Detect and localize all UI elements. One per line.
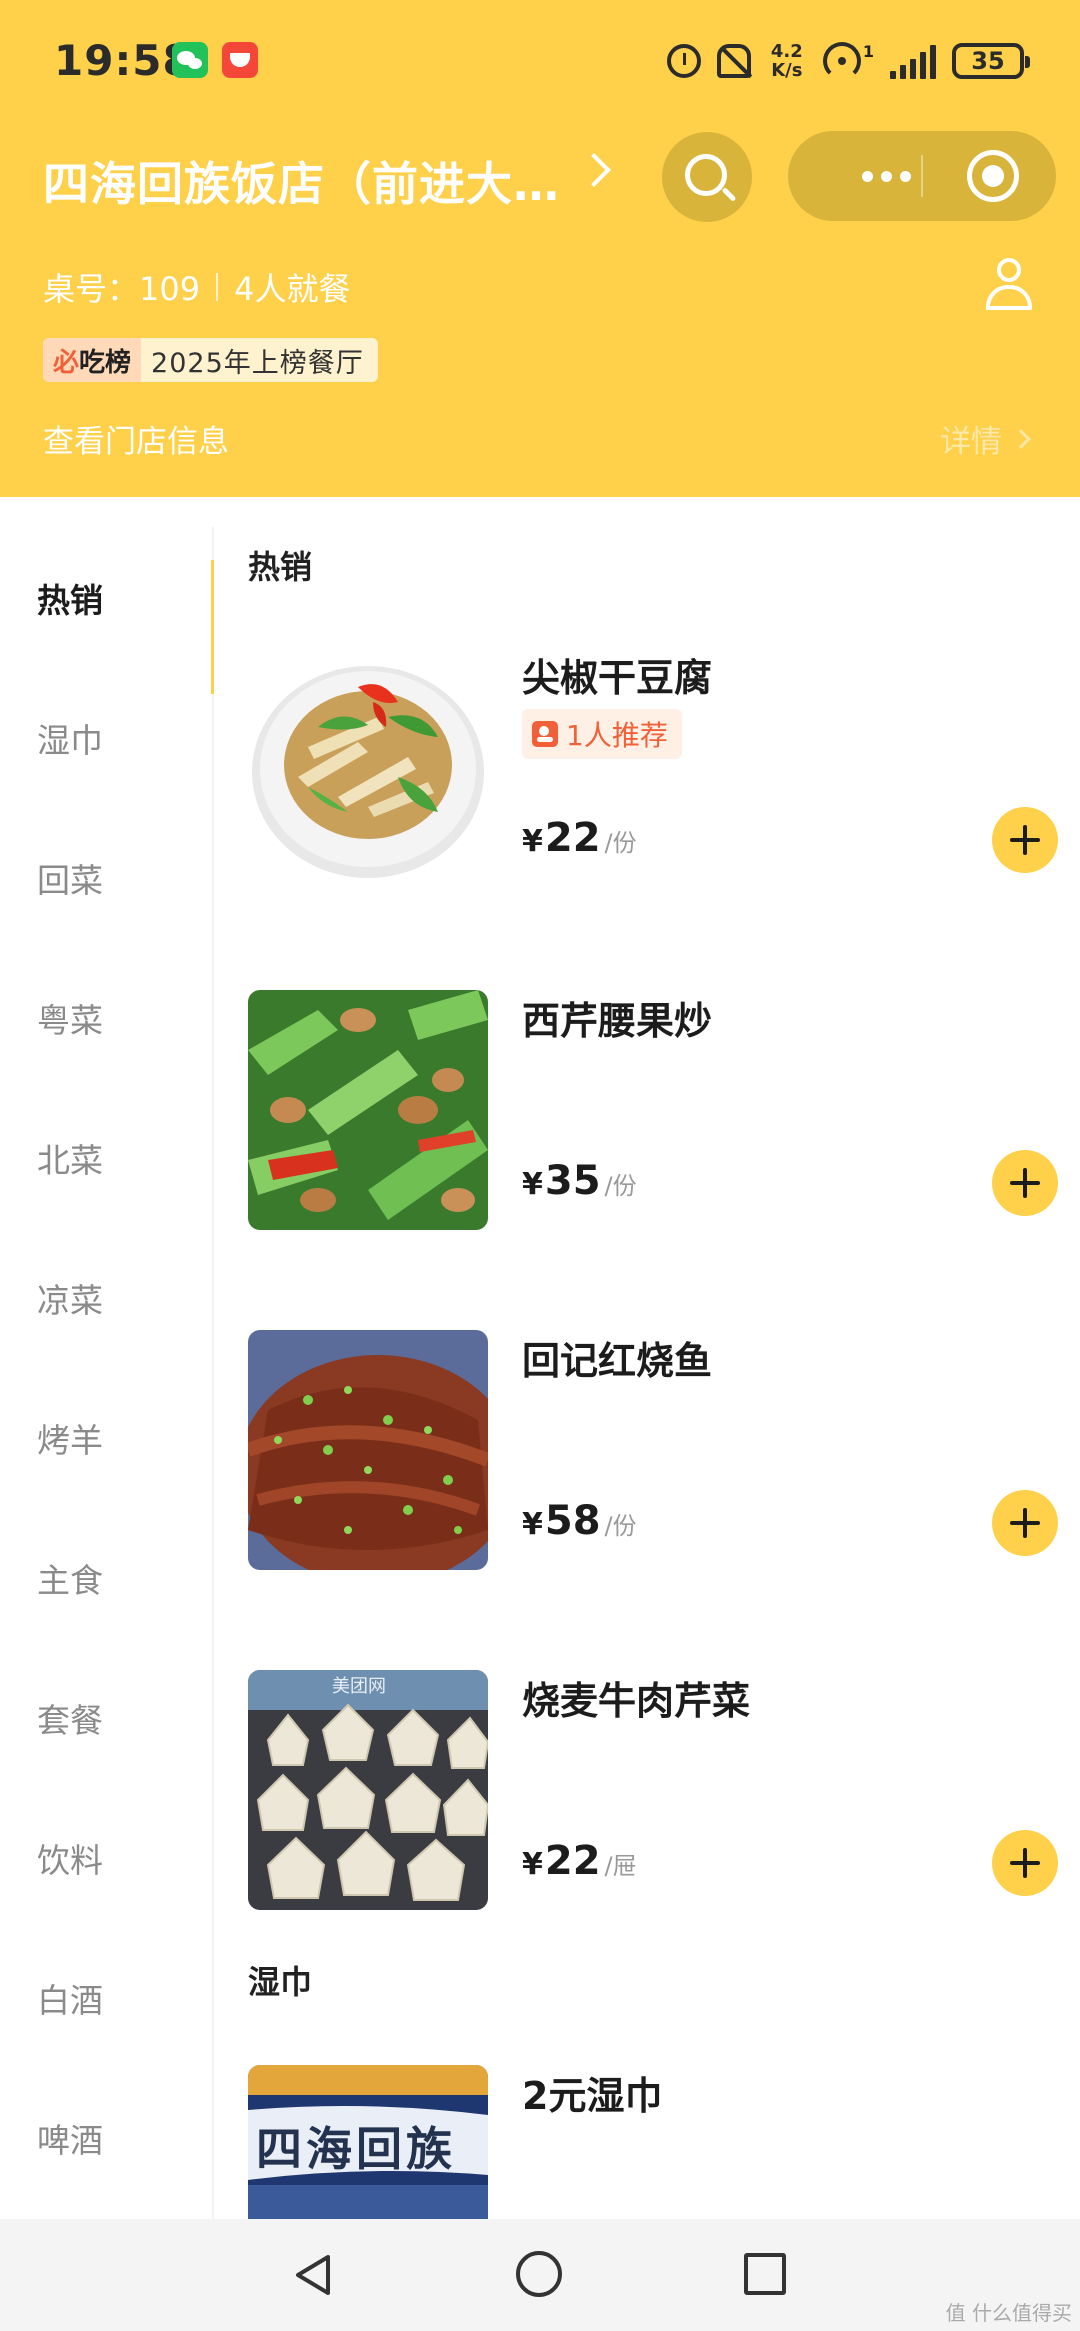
- category-sidebar: 热销 湿巾 回菜 粤菜 北菜 凉菜 烤羊 主食 套餐 饮料 白酒 啤酒: [0, 497, 214, 2219]
- package-print: 四海回族: [256, 2122, 456, 2176]
- dish-name: 尖椒干豆腐: [522, 656, 713, 700]
- table-number: 桌号：109: [43, 270, 201, 308]
- miniapp-capsule: [788, 131, 1056, 221]
- store-info-link[interactable]: 查看门店信息: [43, 416, 229, 461]
- mute-icon: [716, 44, 751, 78]
- search-icon: [685, 154, 727, 196]
- category-hui-cuisine[interactable]: 回菜: [0, 808, 214, 948]
- category-northern[interactable]: 北菜: [0, 1088, 214, 1228]
- dish-price: ¥ 22 /份: [522, 815, 637, 861]
- category-drinks[interactable]: 饮料: [0, 1788, 214, 1928]
- category-set-meals[interactable]: 套餐: [0, 1648, 214, 1788]
- watermark: 值 什么值得买: [945, 2301, 1072, 2325]
- diner-count: 4人就餐: [234, 270, 351, 308]
- ranking-badge: 必吃榜 2025年上榜餐厅: [43, 338, 378, 382]
- category-hot[interactable]: 热销: [0, 528, 214, 694]
- dish-photo-braised-fish: [248, 1330, 488, 1570]
- recommend-icon: [532, 721, 558, 747]
- dish-photo-celery-cashew: [248, 990, 488, 1230]
- home-icon[interactable]: [516, 2251, 562, 2297]
- alarm-icon: [666, 44, 701, 78]
- dish-price: ¥ 58 /份: [522, 1498, 637, 1544]
- sim-slot-label: 1: [862, 41, 874, 61]
- menu-list: 热销 尖椒干豆腐 1人推荐 ¥ 22 /份 西芹腰果炒 ¥ 35 /份 回记红烧…: [214, 497, 1080, 2219]
- dish-item[interactable]: 回记红烧鱼 ¥ 58 /份: [248, 1330, 1058, 1580]
- chevron-right-icon: [1011, 428, 1031, 449]
- status-bar: 19:58 4.2 K/s 1 35: [0, 0, 1080, 124]
- dish-item[interactable]: 四海回族 2元湿巾: [248, 2065, 1058, 2219]
- search-button[interactable]: [662, 132, 752, 222]
- category-staples[interactable]: 主食: [0, 1508, 214, 1648]
- section-title: 湿巾: [248, 1963, 313, 2001]
- signal-icon: [890, 43, 936, 79]
- dish-photo-tofu: [248, 647, 488, 887]
- dish-item[interactable]: 美团网 烧麦牛肉芹菜 ¥ 22 /屉: [248, 1670, 1058, 1920]
- dish-item[interactable]: 西芹腰果炒 ¥ 35 /份: [248, 990, 1058, 1240]
- user-profile-button[interactable]: [986, 258, 1032, 310]
- dish-name: 烧麦牛肉芹菜: [522, 1679, 751, 1723]
- dish-price: ¥ 22 /屉: [522, 1838, 637, 1884]
- network-speed: 4.2 K/s: [770, 41, 803, 81]
- category-wet-wipes[interactable]: 湿巾: [0, 668, 214, 808]
- store-header: 19:58 4.2 K/s 1 35 四海回族饭店（前进大… 桌号：109 4人…: [0, 0, 1080, 497]
- dianping-notification-icon: [222, 42, 258, 78]
- dish-name: 西芹腰果炒: [522, 999, 713, 1043]
- badge-text: 2025年上榜餐厅: [151, 347, 364, 379]
- category-roast-lamb[interactable]: 烤羊: [0, 1368, 214, 1508]
- dish-name: 回记红烧鱼: [522, 1339, 713, 1383]
- system-nav-bar: 值 什么值得买: [0, 2219, 1080, 2331]
- category-baijiu[interactable]: 白酒: [0, 1928, 214, 2068]
- store-name[interactable]: 四海回族饭店（前进大…: [43, 148, 560, 214]
- dish-price: ¥ 35 /份: [522, 1158, 637, 1204]
- user-icon: [997, 258, 1021, 282]
- dish-photo-shaomai: 美团网: [248, 1670, 488, 1910]
- image-watermark: 美团网: [332, 1676, 386, 1697]
- category-cold-dishes[interactable]: 凉菜: [0, 1228, 214, 1368]
- add-to-cart-button[interactable]: [992, 1490, 1058, 1556]
- category-cantonese[interactable]: 粤菜: [0, 948, 214, 1088]
- recommendation-tag: 1人推荐: [522, 709, 682, 759]
- status-icons: 4.2 K/s 1 35: [666, 36, 1030, 86]
- battery-icon: 35: [952, 43, 1030, 79]
- wechat-notification-icon: [172, 42, 208, 78]
- details-link[interactable]: 详情: [940, 416, 1031, 461]
- close-miniapp-button[interactable]: [967, 150, 1019, 202]
- dish-name: 2元湿巾: [522, 2074, 663, 2118]
- table-info: 桌号：109 4人就餐: [43, 264, 350, 310]
- bichibang-logo: 必吃榜: [43, 338, 142, 382]
- section-title: 热销: [248, 548, 313, 586]
- add-to-cart-button[interactable]: [992, 1830, 1058, 1896]
- hotspot-icon: [822, 42, 861, 80]
- more-options-button[interactable]: [826, 131, 946, 221]
- recent-apps-icon[interactable]: [744, 2253, 786, 2295]
- back-icon[interactable]: [292, 2253, 336, 2297]
- category-beer[interactable]: 啤酒: [0, 2068, 214, 2208]
- add-to-cart-button[interactable]: [992, 1150, 1058, 1216]
- dish-item[interactable]: 尖椒干豆腐 1人推荐 ¥ 22 /份: [248, 647, 1058, 897]
- chevron-right-icon[interactable]: [577, 153, 611, 187]
- dish-photo-wet-wipes: 四海回族: [248, 2065, 488, 2219]
- add-to-cart-button[interactable]: [992, 807, 1058, 873]
